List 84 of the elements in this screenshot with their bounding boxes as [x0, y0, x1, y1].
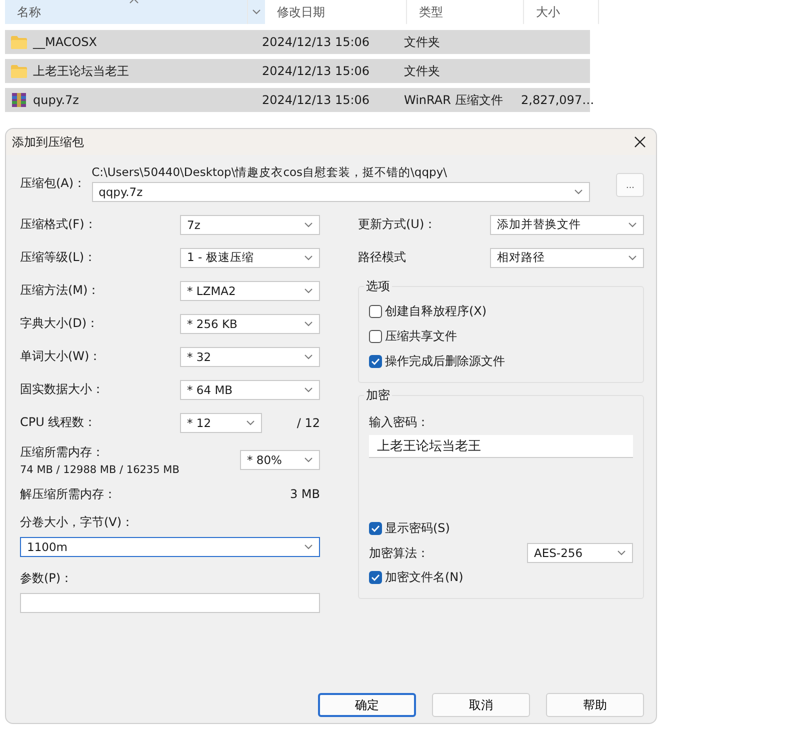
field-label: 字典大小(D)：	[20, 315, 99, 332]
modified-date: 2024/12/13 15:06	[261, 64, 371, 78]
checkbox-label: 加密文件名(N)	[385, 569, 464, 586]
field-label: 压缩格式(F)：	[20, 216, 96, 233]
field-label: CPU 线程数：	[20, 414, 96, 431]
dropdown[interactable]: 相对路径	[490, 248, 644, 268]
close-button[interactable]	[632, 134, 648, 150]
dropdown[interactable]: 7z	[180, 214, 320, 234]
field-label: 压缩所需内存：	[20, 444, 105, 461]
file-name: qupy.7z	[33, 93, 79, 107]
window-title: 添加到压缩包	[12, 134, 84, 150]
chevron-down-icon	[304, 386, 313, 392]
chevron-down-icon	[304, 544, 313, 550]
chevron-down-icon	[617, 550, 626, 556]
checkbox[interactable]	[369, 571, 382, 584]
field-label: 加密算法：	[369, 544, 429, 562]
memory-value: 3 MB	[290, 487, 320, 501]
dialog-button[interactable]: 帮助	[546, 693, 644, 717]
field-label: 输入密码：	[369, 414, 430, 431]
file-row[interactable]: 上老王论坛当老王 2024/12/13 15:06 文件夹	[5, 59, 590, 83]
folder-icon	[11, 64, 27, 78]
field-label: 压缩等级(L)：	[20, 249, 96, 266]
dropdown[interactable]: * 32	[180, 346, 320, 366]
file-type: 文件夹	[403, 62, 441, 80]
dropdown[interactable]: * 12	[180, 412, 262, 432]
checkbox[interactable]	[369, 355, 382, 368]
field-label: 压缩方法(M)：	[20, 282, 100, 299]
dialog-button[interactable]: 确定	[318, 693, 416, 717]
group-title: 选项	[364, 278, 392, 295]
password-field[interactable]: 上老王论坛当老王	[369, 435, 633, 458]
browse-button[interactable]: ...	[616, 173, 644, 197]
dropdown[interactable]: * 256 KB	[180, 314, 320, 334]
dropdown[interactable]: 1 - 极速压缩	[180, 248, 320, 268]
chevron-down-icon	[246, 420, 255, 426]
field-label: 压缩包(A)：	[20, 175, 86, 192]
field-label: 更新方式(U)：	[358, 216, 436, 233]
checkbox-label: 显示密码(S)	[385, 520, 450, 537]
field-label: 路径模式	[358, 249, 406, 266]
thread-total: / 12	[296, 416, 320, 430]
parameters-field[interactable]	[20, 593, 320, 613]
column-header[interactable]: 大小	[536, 4, 560, 20]
file-name: 上老王论坛当老王	[33, 62, 129, 80]
file-name: __MACOSX	[33, 35, 98, 49]
chevron-down-icon	[304, 354, 313, 360]
dropdown[interactable]: * LZMA2	[180, 280, 320, 300]
field-label: 参数(P)：	[20, 570, 74, 587]
chevron-down-icon	[304, 222, 313, 228]
checkbox[interactable]	[369, 330, 382, 343]
chevron-down-icon	[252, 9, 261, 15]
checkbox-label: 创建自释放程序(X)	[385, 303, 487, 320]
dialog-button[interactable]: 取消	[432, 693, 530, 717]
dropdown[interactable]: * 64 MB	[180, 380, 320, 400]
column-header[interactable]: 修改日期	[277, 4, 325, 20]
checkbox-label: 操作完成后删除源文件	[385, 353, 505, 370]
dropdown[interactable]: * 80%	[240, 450, 320, 470]
file-type: 文件夹	[403, 34, 441, 50]
checkbox-label: 压缩共享文件	[385, 328, 457, 345]
chevron-down-icon	[304, 288, 313, 294]
checkbox[interactable]	[369, 522, 382, 535]
column-header[interactable]: 名称	[17, 4, 41, 20]
field-label: 固实数据大小：	[20, 381, 104, 398]
archive-icon	[11, 92, 27, 108]
folder-icon	[11, 36, 27, 48]
modified-date: 2024/12/13 15:06	[261, 35, 371, 49]
chevron-down-icon	[304, 457, 313, 463]
chevron-down-icon	[304, 254, 313, 260]
archive-path: C:\Users\50440\Desktop\情趣皮衣cos自慰套装，挺不错的\qqpy\	[92, 165, 448, 180]
field-label: 解压缩所需内存：	[20, 486, 116, 502]
chevron-down-icon	[304, 320, 313, 326]
field-label: 分卷大小，字节(V)：	[20, 514, 135, 531]
dropdown[interactable]: AES-256	[527, 543, 633, 563]
chevron-down-icon	[574, 189, 584, 195]
file-type: WinRAR 压缩文件	[403, 92, 504, 108]
column-header[interactable]: 类型	[419, 4, 443, 20]
field-label: 单词大小(W)：	[20, 348, 102, 365]
file-row[interactable]: __MACOSX 2024/12/13 15:06 文件夹	[5, 30, 590, 54]
chevron-down-icon	[628, 254, 637, 260]
dropdown[interactable]: 添加并替换文件	[490, 214, 644, 234]
archive-name-field[interactable]: qqpy.7z	[92, 182, 590, 202]
memory-detail: 74 MB / 12988 MB / 16235 MB	[20, 464, 180, 476]
chevron-down-icon	[628, 222, 637, 228]
checkbox[interactable]	[369, 305, 382, 318]
modified-date: 2024/12/13 15:06	[261, 93, 371, 107]
volume-size-field[interactable]: 1100m	[20, 537, 320, 557]
